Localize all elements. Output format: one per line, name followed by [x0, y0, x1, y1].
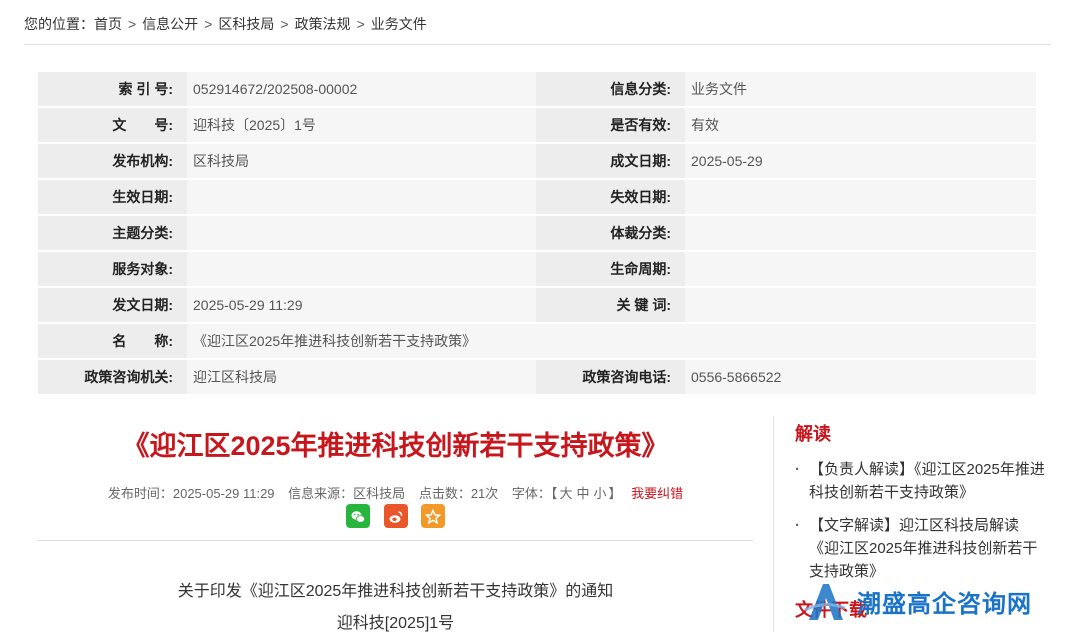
interpretation-heading: 解读 — [795, 424, 831, 444]
breadcrumb-divider — [24, 44, 1051, 45]
favorite-button[interactable] — [421, 504, 446, 528]
meta-label-written-date: 成文日期: — [536, 144, 685, 178]
breadcrumb-separator: > — [280, 16, 289, 32]
breadcrumb-separator: > — [356, 16, 365, 32]
watermark-text: 潮盛高企咨询网 — [857, 589, 1032, 618]
meta-value-index-no: 052914672/202508-00002 — [187, 72, 536, 106]
font-size-small-button[interactable]: 小 — [593, 486, 606, 501]
meta-label-consult-agency: 政策咨询机关: — [38, 360, 187, 394]
breadcrumb-home[interactable]: 首页 — [94, 14, 122, 34]
meta-value-effective-date — [187, 180, 536, 214]
table-row: 索 引 号: 052914672/202508-00002 信息分类: 业务文件 — [38, 72, 1036, 106]
font-size-large-button[interactable]: 大 — [559, 486, 572, 501]
meta-value-name: 《迎江区2025年推进科技创新若干支持政策》 — [187, 324, 1036, 358]
meta-label-topic: 主题分类: — [38, 216, 187, 250]
meta-label-validity: 是否有效: — [536, 108, 685, 142]
font-size-bracket-close: 】 — [608, 486, 622, 501]
document-metadata-table: 索 引 号: 052914672/202508-00002 信息分类: 业务文件… — [38, 70, 1036, 396]
meta-value-genre — [685, 216, 1036, 250]
breadcrumb-policies[interactable]: 政策法规 — [295, 14, 351, 34]
table-row: 主题分类: 体裁分类: — [38, 216, 1036, 250]
report-error-link[interactable]: 我要纠错 — [631, 486, 683, 501]
meta-label-consult-phone: 政策咨询电话: — [536, 360, 685, 394]
font-size-bracket-open: 【 — [550, 486, 558, 501]
meta-label-index-no: 索 引 号: — [38, 72, 187, 106]
meta-value-doc-no: 迎科技〔2025〕1号 — [187, 108, 536, 142]
meta-label-keywords: 关 键 词: — [536, 288, 685, 322]
meta-value-publisher: 区科技局 — [187, 144, 536, 178]
interpretation-link-officer[interactable]: 【负责人解读】《迎江区2025年推进科技创新若干支持政策》 — [795, 458, 1045, 504]
meta-value-audience — [187, 252, 536, 286]
wechat-icon — [351, 511, 365, 524]
meta-value-consult-phone: 0556-5866522 — [685, 360, 1036, 394]
table-row: 政策咨询机关: 迎江区科技局 政策咨询电话: 0556-5866522 — [38, 360, 1036, 394]
table-row: 文 号: 迎科技〔2025〕1号 是否有效: 有效 — [38, 108, 1036, 142]
meta-label-doc-no: 文 号: — [38, 108, 187, 142]
font-size-medium-button[interactable]: 中 — [576, 486, 589, 501]
watermark-logo-icon — [804, 584, 846, 620]
meta-value-category: 业务文件 — [685, 72, 1036, 106]
meta-label-expiry-date: 失效日期: — [536, 180, 685, 214]
info-source: 信息来源：区科技局 — [288, 486, 406, 501]
meta-label-effective-date: 生效日期: — [38, 180, 187, 214]
publish-time: 发布时间：2025-05-29 11:29 — [107, 486, 275, 501]
meta-label-publisher: 发布机构: — [38, 144, 187, 178]
meta-value-validity: 有效 — [685, 108, 1036, 142]
meta-label-category: 信息分类: — [536, 72, 685, 106]
meta-value-issue-date: 2025-05-29 11:29 — [187, 288, 536, 322]
table-row: 名 称: 《迎江区2025年推进科技创新若干支持政策》 — [38, 324, 1036, 358]
share-wechat-button[interactable] — [345, 504, 370, 528]
breadcrumb-business-docs[interactable]: 业务文件 — [371, 14, 427, 34]
interpretation-list: 【负责人解读】《迎江区2025年推进科技创新若干支持政策》 【文字解读】迎江区科… — [795, 458, 1045, 593]
breadcrumb-separator: > — [204, 16, 213, 32]
breadcrumb-info-public[interactable]: 信息公开 — [142, 14, 198, 34]
share-weibo-button[interactable] — [383, 504, 408, 528]
table-row: 生效日期: 失效日期: — [38, 180, 1036, 214]
interpretation-link-text[interactable]: 【文字解读】迎江区科技局解读《迎江区2025年推进科技创新若干支持政策》 — [795, 514, 1045, 583]
star-icon — [425, 508, 442, 525]
meta-value-written-date: 2025-05-29 — [685, 144, 1036, 178]
share-bar — [38, 504, 753, 528]
breadcrumb: 您的位置：首页 > 信息公开 > 区科技局 > 政策法规 > 业务文件 — [24, 14, 427, 34]
notice-title: 关于印发《迎江区2025年推进科技创新若干支持政策》的通知 — [177, 583, 614, 600]
breadcrumb-district-tech-bureau[interactable]: 区科技局 — [218, 14, 274, 34]
table-row: 发布机构: 区科技局 成文日期: 2025-05-29 — [38, 144, 1036, 178]
meta-label-audience: 服务对象: — [38, 252, 187, 286]
article-title: 《迎江区2025年推进科技创新若干支持政策》 — [122, 431, 669, 461]
click-count: 点击数：21次 — [418, 486, 499, 501]
meta-label-name: 名 称: — [38, 324, 187, 358]
breadcrumb-prefix: 您的位置： — [24, 16, 94, 32]
article-divider — [38, 540, 753, 541]
table-row: 发文日期: 2025-05-29 11:29 关 键 词: — [38, 288, 1036, 322]
meta-value-expiry-date — [685, 180, 1036, 214]
breadcrumb-separator: > — [128, 16, 137, 32]
meta-value-keywords — [685, 288, 1036, 322]
sidebar: 解读 【负责人解读】《迎江区2025年推进科技创新若干支持政策》 【文字解读】迎… — [795, 420, 1045, 620]
meta-label-genre: 体裁分类: — [536, 216, 685, 250]
document-number: 迎科技[2025]1号 — [336, 615, 455, 632]
font-size-label: 字体： — [511, 486, 551, 501]
table-row: 服务对象: 生命周期: — [38, 252, 1036, 286]
watermark: 潮盛高企咨询网 — [803, 578, 1033, 628]
meta-value-consult-agency: 迎江区科技局 — [187, 360, 536, 394]
meta-label-issue-date: 发文日期: — [38, 288, 187, 322]
article-meta: 发布时间：2025-05-29 11:29 信息来源：区科技局 点击数：21次 … — [38, 483, 753, 502]
meta-label-lifecycle: 生命周期: — [536, 252, 685, 286]
weibo-icon — [389, 511, 402, 524]
sidebar-divider — [773, 416, 774, 632]
meta-value-lifecycle — [685, 252, 1036, 286]
meta-value-topic — [187, 216, 536, 250]
